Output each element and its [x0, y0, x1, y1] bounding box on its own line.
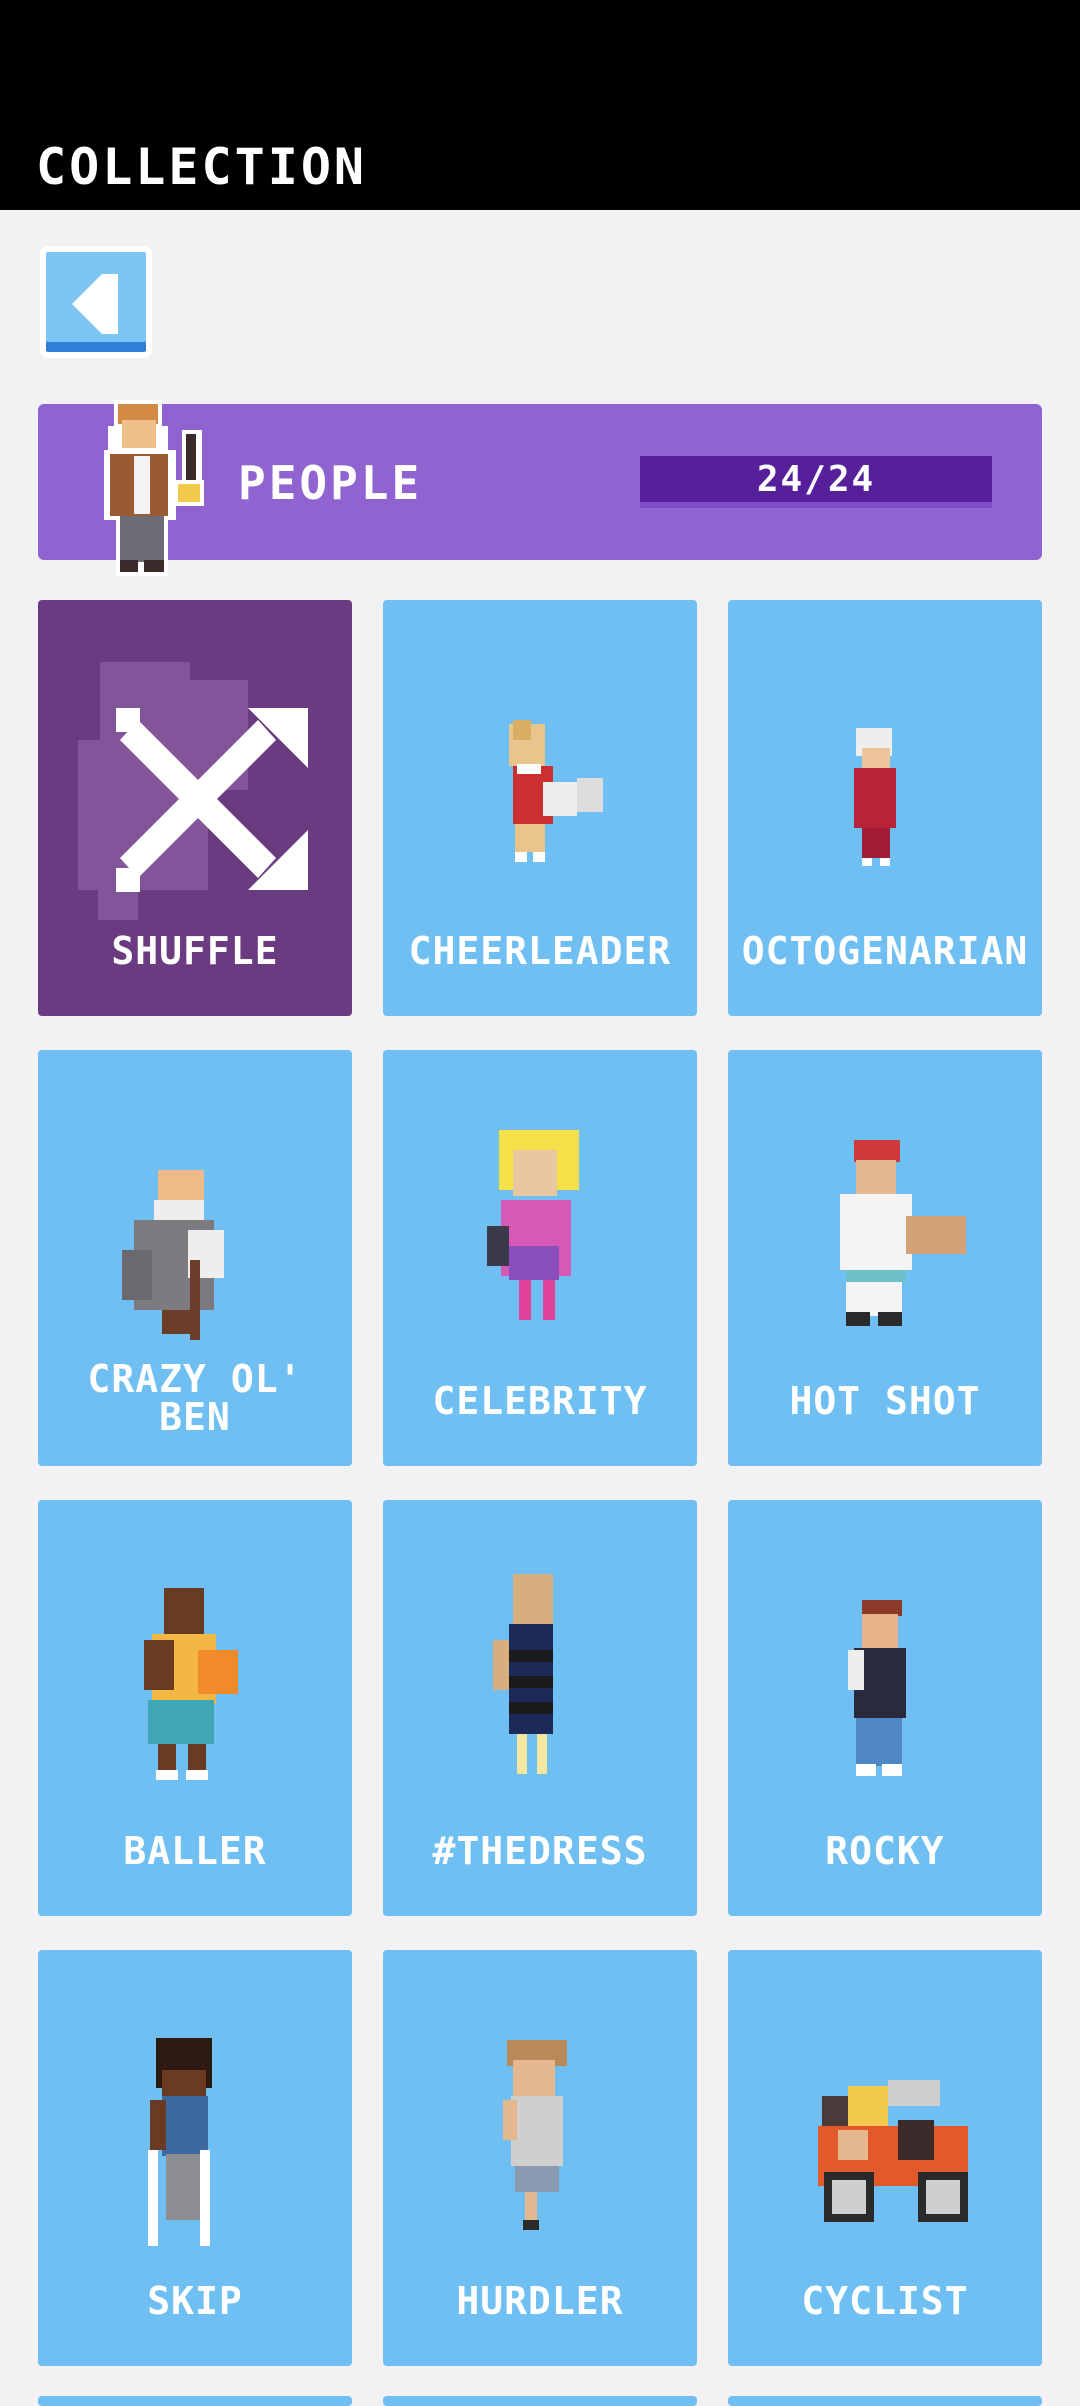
- card-skip[interactable]: SKIP: [38, 1950, 352, 2366]
- card-cyclist[interactable]: CYCLIST: [728, 1950, 1042, 2366]
- card-hurdler[interactable]: HURDLER: [383, 1950, 697, 2366]
- skip-figure-icon: [148, 2038, 212, 2246]
- thedress-figure-icon: [493, 1574, 553, 1774]
- back-arrow-icon: [72, 274, 118, 334]
- card-label: SHUFFLE: [111, 929, 279, 973]
- card-hot-shot[interactable]: HOT SHOT: [728, 1050, 1042, 1466]
- card-celebrity[interactable]: CELEBRITY: [383, 1050, 697, 1466]
- card-label: HURDLER: [456, 2279, 624, 2323]
- card-label: ROCKY: [825, 1829, 945, 1873]
- top-bar: COLLECTION: [0, 0, 1080, 210]
- collection-progress-bar: 24/24: [640, 456, 992, 508]
- back-button[interactable]: [40, 246, 152, 358]
- rocky-figure-icon: [848, 1600, 906, 1776]
- progress-text: 24/24: [756, 459, 876, 500]
- card-label: CELEBRITY: [432, 1379, 648, 1423]
- hot-shot-figure-icon: [840, 1140, 966, 1326]
- card-thedress[interactable]: #THEDRESS: [383, 1500, 697, 1916]
- card-label: CHEERLEADER: [408, 929, 672, 973]
- card-cheerleader[interactable]: CHEERLEADER: [383, 600, 697, 1016]
- card-label: #THEDRESS: [432, 1829, 648, 1873]
- hurdler-figure-icon: [503, 2040, 567, 2230]
- page-title: COLLECTION: [36, 138, 368, 196]
- card-shuffle[interactable]: SHUFFLE: [38, 600, 352, 1016]
- card-label: SKIP: [147, 2279, 243, 2323]
- card-crazy-ol-ben[interactable]: CRAZY OL' BEN: [38, 1050, 352, 1466]
- card-rocky[interactable]: ROCKY: [728, 1500, 1042, 1916]
- card-octogenarian[interactable]: OCTOGENARIAN: [728, 600, 1042, 1016]
- category-label: PEOPLE: [238, 456, 423, 510]
- baller-figure-icon: [144, 1588, 238, 1780]
- card-label: BALLER: [123, 1829, 267, 1873]
- card-partial[interactable]: [728, 2396, 1042, 2406]
- crazy-ol-ben-figure-icon: [122, 1170, 224, 1340]
- card-partial[interactable]: [38, 2396, 352, 2406]
- cyclist-figure-icon: [818, 2080, 968, 2222]
- card-baller[interactable]: BALLER: [38, 1500, 352, 1916]
- cheerleader-figure-icon: [509, 720, 603, 862]
- card-label: CRAZY OL' BEN: [87, 1357, 303, 1439]
- celebrity-figure-icon: [487, 1130, 579, 1320]
- card-label: CYCLIST: [801, 2279, 969, 2323]
- shuffle-icon: [78, 662, 308, 920]
- card-label: OCTOGENARIAN: [741, 929, 1029, 973]
- card-label: HOT SHOT: [789, 1379, 981, 1423]
- category-banner: PEOPLE 24/24: [38, 400, 1042, 576]
- octogenarian-figure-icon: [854, 728, 896, 866]
- card-partial[interactable]: [383, 2396, 697, 2406]
- people-avatar-icon: [104, 400, 204, 576]
